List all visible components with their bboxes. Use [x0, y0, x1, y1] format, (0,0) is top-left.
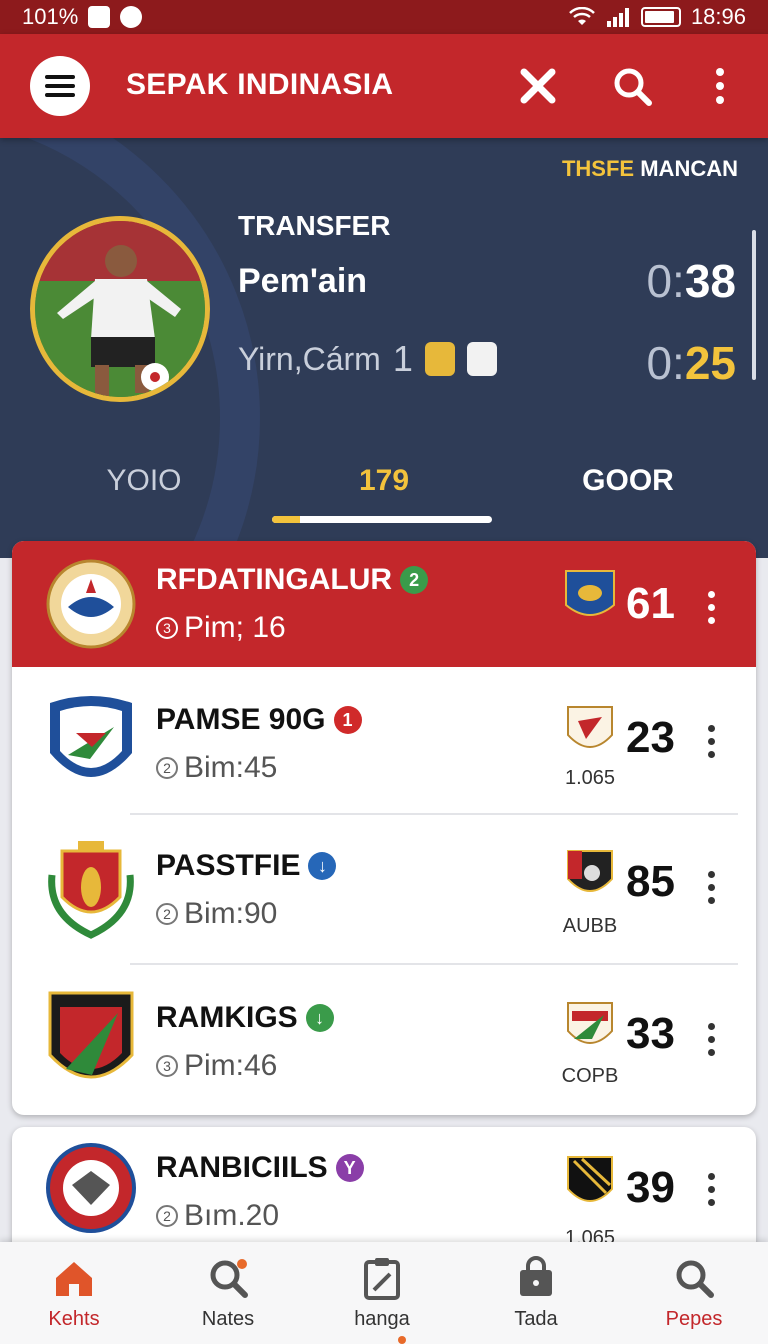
score: 39: [626, 1163, 675, 1212]
search-icon: [614, 68, 652, 106]
app-bar: SEPAK INDINASIA: [0, 34, 768, 138]
more-button[interactable]: [698, 64, 742, 108]
score: 23: [626, 713, 675, 762]
opponent-crest-icon: [565, 570, 615, 616]
opponent-crest-icon: [567, 850, 613, 892]
tab-indicator: [272, 516, 492, 523]
clipboard-icon: [364, 1258, 400, 1300]
app-title: SEPAK INDINASIA: [126, 68, 394, 101]
nav-item-hanga[interactable]: hanga: [322, 1256, 442, 1331]
hero-scrollbar[interactable]: [752, 230, 756, 380]
clock: 18:96: [690, 4, 746, 29]
table-row[interactable]: RAMKIGS ↓ 3 Pim:46 COPB 33: [12, 965, 756, 1115]
table-row[interactable]: PAMSE 90G 1 2 Bim:45 1.065 23: [12, 667, 756, 817]
status-bar: 101% 18:96: [0, 0, 768, 34]
nav-item-notes[interactable]: Nates: [168, 1256, 288, 1331]
status-badge: ↓: [305, 1004, 334, 1032]
club-crest-icon: [48, 991, 134, 1079]
opponent-label: AUBB: [562, 915, 618, 937]
hero-subheading: Pem'ain: [238, 262, 368, 300]
close-button[interactable]: [516, 64, 560, 108]
more-vert-icon[interactable]: [708, 1023, 716, 1056]
timer-primary: 0:38: [646, 255, 736, 307]
search-button[interactable]: [610, 64, 654, 108]
close-icon: [520, 68, 556, 104]
home-icon: [56, 1262, 92, 1296]
nav-label: Nates: [201, 1308, 255, 1330]
nav-label: hanga: [354, 1308, 410, 1330]
status-badge: ↓: [308, 852, 337, 880]
club-crest-icon: [48, 841, 134, 939]
player-avatar[interactable]: [30, 216, 210, 402]
score: 33: [626, 1009, 675, 1058]
nav-label: Kehts: [48, 1308, 100, 1330]
hero-panel: THSFE MANCAN TRANSFER Pem'ain Yirn,Cárm …: [0, 138, 768, 558]
menu-icon: [45, 75, 75, 79]
nav-indicator-dot: [398, 1336, 406, 1344]
score: 85: [626, 857, 675, 906]
notification-icon: [88, 6, 111, 28]
club-crest-icon: [50, 696, 132, 777]
search-notify-icon: [210, 1259, 248, 1298]
timer-secondary: 0:25: [646, 337, 736, 389]
nav-item-pepes[interactable]: Pepes: [634, 1256, 754, 1331]
hero-meta: Yirn,Cárm 1: [238, 338, 497, 380]
score: 61: [626, 579, 675, 628]
wifi-icon: [569, 7, 595, 25]
team-meta: 3 Pim; 16: [156, 611, 286, 645]
more-vert-icon[interactable]: [708, 591, 716, 624]
team-name: PASSTFIE ↓: [156, 849, 337, 883]
opponent-crest-icon: [567, 1156, 613, 1202]
club-crest-icon: [46, 559, 136, 649]
opponent-crest-icon: [567, 706, 613, 748]
card-icon: [466, 342, 497, 376]
team-name: RFDATINGALUR 2: [156, 563, 429, 597]
more-vert-icon[interactable]: [708, 1173, 716, 1206]
nav-label: Tada: [514, 1308, 558, 1330]
more-vert-icon[interactable]: [708, 725, 716, 758]
app-notification-icon: [120, 6, 143, 28]
team-name: RAMKIGS ↓: [156, 1001, 334, 1035]
bag-icon: [520, 1256, 552, 1296]
team-meta: 2 Bim:45: [156, 751, 277, 785]
nav-item-tada[interactable]: Tada: [476, 1256, 596, 1331]
medal-icon: [424, 342, 455, 376]
bottom-nav: Kehts Nates hanga Tada Pepes: [0, 1242, 768, 1344]
battery-percent: 101%: [22, 4, 79, 29]
team-name: PAMSE 90G 1: [156, 703, 362, 737]
opponent-crest-icon: [567, 1002, 613, 1044]
hero-heading: TRANSFER: [238, 210, 391, 241]
status-badge: Y: [335, 1154, 364, 1182]
team-meta: 2 Bım.20: [156, 1199, 279, 1233]
status-badge: 1: [333, 706, 362, 734]
team-meta: 3 Pim:46: [156, 1049, 277, 1083]
team-name: RANBICIILS Y: [156, 1151, 364, 1185]
team-meta: 2 Bim:90: [156, 897, 277, 931]
hero-tag[interactable]: THSFE MANCAN: [562, 156, 738, 182]
search-icon: [676, 1260, 714, 1298]
table-row[interactable]: RFDATINGALUR 2 3 Pim; 16 61: [12, 541, 756, 667]
player-photo: [35, 221, 205, 397]
status-badge: 2: [400, 566, 429, 594]
club-crest-icon: [46, 1143, 136, 1233]
nav-label: Pepes: [665, 1308, 723, 1330]
standings-card: RFDATINGALUR 2 3 Pim; 16 61 PAMSE 90G 1 2 Bi…: [12, 541, 756, 1115]
tab-1[interactable]: YOIO: [34, 464, 254, 498]
opponent-label: COPB: [561, 1065, 619, 1087]
hero-tabs: YOIO 179 GOOR: [0, 464, 768, 524]
signal-icon: [606, 8, 629, 27]
more-vert-icon[interactable]: [708, 871, 716, 904]
nav-item-home[interactable]: Kehts: [14, 1256, 134, 1331]
menu-button[interactable]: [30, 56, 90, 116]
tab-2[interactable]: 179: [274, 464, 494, 498]
battery-icon: [640, 7, 681, 27]
more-vert-icon: [716, 68, 724, 104]
opponent-label: 1.065: [564, 767, 616, 789]
table-row[interactable]: PASSTFIE ↓ 2 Bim:90 AUBB 85: [12, 815, 756, 965]
tab-3[interactable]: GOOR: [518, 464, 738, 498]
